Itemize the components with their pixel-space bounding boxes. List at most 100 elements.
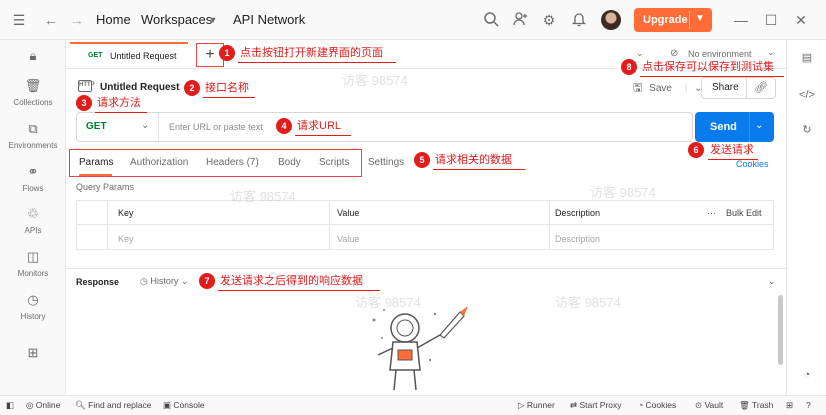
share-button[interactable]: Share 🔗︎ — [701, 77, 776, 99]
forward-arrow-icon[interactable]: → — [68, 11, 86, 29]
sidebar-item-label: Monitors — [17, 269, 49, 278]
history-dropdown[interactable]: ◷ History ⌄ — [140, 276, 188, 287]
collections-icon: 🗑︎ — [24, 78, 42, 93]
notifications-bell-icon[interactable] — [570, 11, 588, 29]
tab-authorization[interactable]: Authorization — [130, 157, 188, 168]
annotation-underline — [295, 135, 351, 136]
search-icon[interactable] — [482, 11, 500, 29]
more-options-icon[interactable]: ··· — [707, 208, 716, 218]
annotation-text-2: 接口名称 — [205, 82, 249, 94]
chevron-down-icon[interactable]: ▼ — [204, 11, 222, 29]
sidebar-item-monitors[interactable]: ◫ Monitors — [0, 249, 66, 278]
annotation-text-3: 请求方法 — [97, 97, 141, 109]
value-input[interactable]: Value — [337, 234, 359, 244]
no-environment-icon: ⊘ — [670, 48, 679, 59]
table-header-row — [77, 201, 773, 225]
info-icon[interactable]: ◔ — [799, 367, 815, 383]
upgrade-button[interactable]: Upgrade ▼ — [634, 8, 712, 32]
method-selector[interactable]: GET ⌄ — [77, 113, 159, 141]
settings-gear-icon[interactable]: ⚙ — [540, 11, 558, 29]
cookies-button[interactable]: ◔ Cookies — [638, 400, 676, 410]
tab-untitled-request[interactable]: GET Untitled Request — [70, 42, 188, 68]
left-sidebar: 🔒︎ 🗑︎ Collections ⧉ Environments ⚭ Flows… — [0, 40, 66, 395]
chevron-down-icon[interactable]: ⌄ — [755, 120, 763, 131]
request-name[interactable]: Untitled Request — [100, 82, 179, 93]
home-link[interactable]: Home — [96, 12, 131, 28]
right-sidebar: ▤ </> ↻ ◔ — [786, 40, 826, 395]
trash-label: Trash — [752, 400, 774, 410]
code-icon[interactable]: </> — [799, 87, 815, 103]
annotation-underline — [708, 159, 758, 160]
send-button[interactable]: Send ⌄ — [695, 112, 774, 142]
online-status[interactable]: ◎ Online — [26, 400, 60, 411]
flows-icon: ⚭ — [27, 164, 39, 179]
back-arrow-icon[interactable]: ← — [42, 11, 60, 29]
vault-button[interactable]: ⊙ Vault — [695, 400, 723, 411]
sidebar-item-label: APIs — [24, 226, 42, 235]
menu-icon[interactable]: ☰ — [10, 11, 28, 29]
plus-icon: + — [205, 46, 215, 63]
save-button[interactable]: 🖫︎ Save | ⌄ — [633, 79, 703, 98]
tab-scripts[interactable]: Scripts — [319, 157, 350, 168]
invite-user-icon[interactable] — [511, 11, 529, 29]
minimize-window-icon[interactable]: — — [732, 11, 750, 29]
column-divider — [549, 201, 550, 249]
url-input[interactable] — [169, 117, 669, 137]
sidebar-item-environments[interactable]: ⧉ Environments — [0, 121, 66, 150]
tab-params[interactable]: Params — [79, 157, 113, 168]
user-avatar[interactable] — [601, 10, 621, 30]
chevron-down-icon[interactable]: ▼ — [695, 13, 705, 24]
annotation-marker-8: 8 — [621, 59, 637, 75]
annotation-text-7: 发送请求之后得到的响应数据 — [220, 275, 363, 287]
send-divider — [749, 112, 750, 142]
query-params-table: Key Value Description ··· Bulk Edit Key … — [76, 200, 774, 250]
tabs-dropdown-chevron-icon[interactable]: ⌄ — [636, 48, 644, 59]
related-collections-icon[interactable]: ↻ — [799, 122, 815, 138]
start-proxy-button[interactable]: ⇄ Start Proxy — [570, 400, 622, 411]
api-network-link[interactable]: API Network — [233, 12, 305, 28]
apis-icon: ♲ — [27, 206, 39, 221]
runner-label: Runner — [526, 400, 555, 410]
http-request-icon: HTTP — [78, 80, 95, 92]
key-input[interactable]: Key — [118, 234, 134, 244]
sidebar-item-label: Collections — [13, 98, 53, 107]
bulk-edit-button[interactable]: Bulk Edit — [726, 208, 762, 218]
sidebar-item-collections[interactable]: 🗑︎ Collections — [0, 78, 66, 107]
sidebar-item-apis[interactable]: ♲ APIs — [0, 206, 66, 235]
description-input[interactable]: Description — [555, 234, 600, 244]
console-button[interactable]: ▣ Console — [163, 400, 205, 411]
link-icon[interactable]: 🔗︎ — [754, 81, 768, 94]
tab-settings[interactable]: Settings — [368, 157, 404, 168]
environments-icon: ⧉ — [28, 121, 38, 136]
close-window-icon[interactable]: ✕ — [792, 11, 810, 29]
tab-headers[interactable]: Headers (7) — [206, 157, 259, 168]
maximize-window-icon[interactable]: ☐ — [762, 11, 780, 29]
astronaut-illustration — [372, 306, 468, 391]
sidebar-item-history[interactable]: ◷ History — [0, 292, 66, 321]
share-divider — [746, 78, 747, 98]
annotation-text-6: 发送请求 — [710, 144, 754, 156]
help-icon[interactable]: ? — [806, 400, 811, 410]
annotation-marker-5: 5 — [414, 152, 430, 168]
cookies-link[interactable]: Cookies — [736, 159, 769, 169]
runner-button[interactable]: ▷ Runner — [518, 400, 555, 411]
find-replace-button[interactable]: 🔍︎ Find and replace — [75, 400, 151, 411]
sidebar-toggle-icon[interactable]: ◧ — [6, 400, 14, 411]
documentation-icon[interactable]: ▤ — [799, 50, 815, 66]
watermark: 访客 98574 — [230, 189, 296, 204]
layout-icon[interactable]: ⊞ — [786, 400, 793, 411]
response-title: Response — [76, 277, 120, 287]
sidebar-item-flows[interactable]: ⚭ Flows — [0, 164, 66, 193]
response-divider — [66, 268, 786, 269]
sidebar-configure-item[interactable]: ⊞ — [0, 345, 66, 361]
workspaces-menu[interactable]: Workspaces — [141, 12, 212, 28]
start-proxy-label: Start Proxy — [579, 400, 622, 410]
top-bar: ☰ ← → Home Workspaces ▼ API Network ⚙ Up… — [0, 0, 826, 40]
tab-body[interactable]: Body — [278, 157, 301, 168]
save-icon: 🖫︎ — [633, 82, 643, 94]
chevron-down-icon[interactable]: ⌄ — [768, 276, 776, 287]
column-header-key: Key — [118, 208, 134, 218]
scrollbar-thumb[interactable] — [778, 295, 783, 365]
trash-button[interactable]: 🗑︎ Trash — [739, 400, 773, 411]
workspace-lock-item[interactable]: 🔒︎ — [0, 48, 66, 64]
